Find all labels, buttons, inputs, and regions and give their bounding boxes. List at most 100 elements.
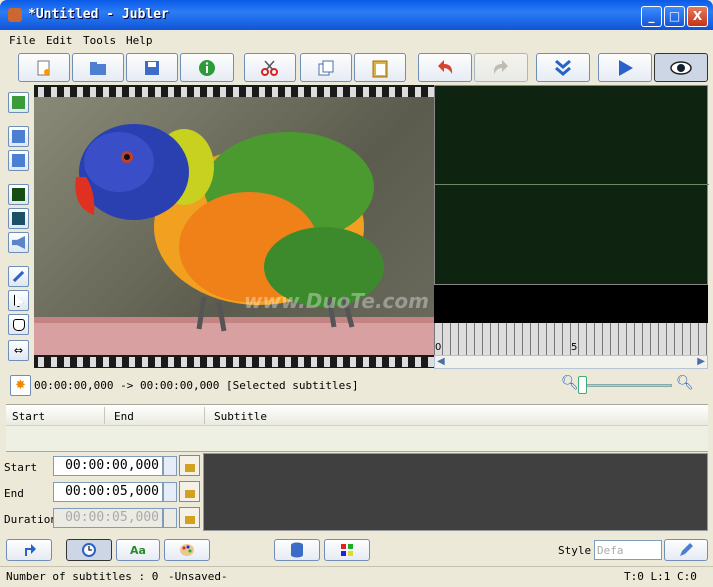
zoom-slider[interactable] — [582, 384, 672, 387]
image-icon — [12, 154, 25, 167]
subtitle-list-icon — [12, 96, 25, 109]
scroll-left-icon[interactable]: ◀ — [437, 356, 445, 367]
undo-button[interactable] — [418, 53, 472, 82]
waveform-panel[interactable] — [434, 85, 709, 285]
start-time-spinner[interactable] — [163, 456, 177, 476]
select-pointer-icon — [13, 294, 24, 307]
film-holes-bottom — [34, 357, 434, 367]
jump-button[interactable] — [536, 53, 590, 82]
menu-edit[interactable]: Edit — [46, 34, 73, 47]
new-button[interactable] — [18, 53, 70, 82]
copy-icon — [318, 60, 334, 75]
redo-button[interactable] — [474, 53, 528, 82]
parrot-image — [34, 124, 434, 355]
preview-toggle-button[interactable] — [654, 53, 708, 82]
cut-button[interactable] — [244, 53, 296, 82]
copy-button[interactable] — [300, 53, 352, 82]
video-frame: www.DuoTe.com — [34, 97, 434, 355]
new-image-icon — [12, 130, 25, 143]
play-icon — [619, 59, 633, 76]
preview-eye-icon — [670, 60, 692, 75]
style-select[interactable]: Defa — [594, 540, 662, 560]
style-label: Style — [558, 544, 592, 557]
ruler-label-0: 0 — [435, 342, 442, 353]
grid-button[interactable] — [324, 539, 370, 561]
selection-button[interactable]: ✸ — [10, 375, 31, 396]
info-button[interactable] — [180, 53, 234, 82]
column-start[interactable]: Start — [12, 410, 45, 423]
menu-help[interactable]: Help — [126, 34, 153, 47]
scroll-right-icon[interactable]: ▶ — [697, 356, 705, 367]
play-button[interactable] — [598, 53, 652, 82]
close-button[interactable]: X — [687, 6, 708, 27]
paste-icon — [372, 60, 388, 77]
start-lock-button[interactable] — [179, 455, 200, 476]
maximize-button[interactable]: □ — [664, 6, 685, 27]
minimize-button[interactable]: _ — [641, 6, 662, 27]
menu-bar: File Edit Tools Help — [4, 31, 709, 51]
duration-lock-button[interactable] — [179, 507, 200, 528]
save-button[interactable] — [126, 53, 178, 82]
waveform-scrollbar[interactable]: ◀ ▶ — [434, 355, 708, 369]
subtitle-list-button[interactable] — [8, 92, 29, 113]
style-select-value: Defa — [597, 544, 624, 557]
subtitle-editor: Start 00:00:00,000 End 00:00:05,000 Dura… — [0, 452, 713, 532]
lock-icon — [184, 489, 195, 498]
time-mode-button[interactable] — [66, 539, 112, 561]
menu-tools[interactable]: Tools — [83, 34, 116, 47]
hand-move-icon — [12, 318, 25, 331]
clock-icon — [82, 543, 96, 557]
new-image-button[interactable] — [8, 126, 29, 147]
spectrum-button[interactable] — [8, 208, 29, 229]
save-status: -Unsaved- — [168, 570, 228, 583]
image-button[interactable] — [8, 150, 29, 171]
duration-spinner[interactable] — [163, 508, 177, 528]
audio-button[interactable] — [8, 232, 29, 253]
zoom-slider-thumb[interactable] — [578, 376, 587, 394]
redo-icon — [493, 59, 508, 74]
timeline-text: 00:00:00,000 -> 00:00:00,000 [Selected s… — [34, 379, 359, 392]
end-time-input[interactable]: 00:00:05,000 — [53, 482, 163, 502]
resize-icon: ⇔ — [13, 344, 24, 357]
open-button[interactable] — [72, 53, 124, 82]
subtitle-table-body[interactable] — [6, 426, 708, 452]
resize-button[interactable]: ⇔ — [8, 340, 29, 361]
main-toolbar — [8, 53, 710, 85]
palette-icon — [180, 544, 194, 556]
color-button[interactable] — [164, 539, 210, 561]
cursor-position: T:0 L:1 C:0 — [624, 570, 697, 583]
pencil-icon — [680, 543, 693, 556]
magic-wand-button[interactable] — [8, 266, 29, 287]
status-bar: Number of subtitles : 0 -Unsaved- T:0 L:… — [0, 566, 713, 587]
video-preview[interactable]: www.DuoTe.com — [34, 85, 434, 368]
time-ruler[interactable]: 0 5 — [434, 323, 708, 355]
hand-move-button[interactable] — [8, 314, 29, 335]
zoom-in-icon[interactable]: 🔍︎ — [676, 375, 694, 391]
subtitle-text-area[interactable] — [203, 453, 708, 531]
subtitle-count: Number of subtitles : 0 — [6, 570, 159, 583]
audio-icon — [12, 236, 25, 249]
start-label: Start — [4, 461, 38, 474]
duration-input[interactable]: 00:00:05,000 — [53, 508, 163, 528]
lock-icon — [184, 463, 195, 472]
column-end[interactable]: End — [114, 410, 134, 423]
window-title: *Untitled - Jubler — [28, 7, 169, 22]
select-pointer-button[interactable] — [8, 290, 29, 311]
menu-file[interactable]: File — [9, 34, 36, 47]
edit-style-button[interactable] — [664, 539, 708, 561]
end-lock-button[interactable] — [179, 481, 200, 502]
end-time-spinner[interactable] — [163, 482, 177, 502]
info-icon — [199, 59, 215, 76]
cut-icon — [261, 60, 278, 76]
font-style-button[interactable]: Aa — [116, 539, 160, 561]
database-button[interactable] — [274, 539, 320, 561]
column-subtitle[interactable]: Subtitle — [214, 410, 267, 423]
end-label: End — [4, 487, 24, 500]
start-time-input[interactable]: 00:00:00,000 — [53, 456, 163, 476]
open-folder-icon — [90, 61, 106, 75]
sparkle-icon: ✸ — [15, 378, 26, 393]
return-button[interactable] — [6, 539, 52, 561]
zoom-out-icon[interactable]: 🔍︎ — [561, 375, 579, 391]
waveform-button[interactable] — [8, 184, 29, 205]
paste-button[interactable] — [354, 53, 406, 82]
